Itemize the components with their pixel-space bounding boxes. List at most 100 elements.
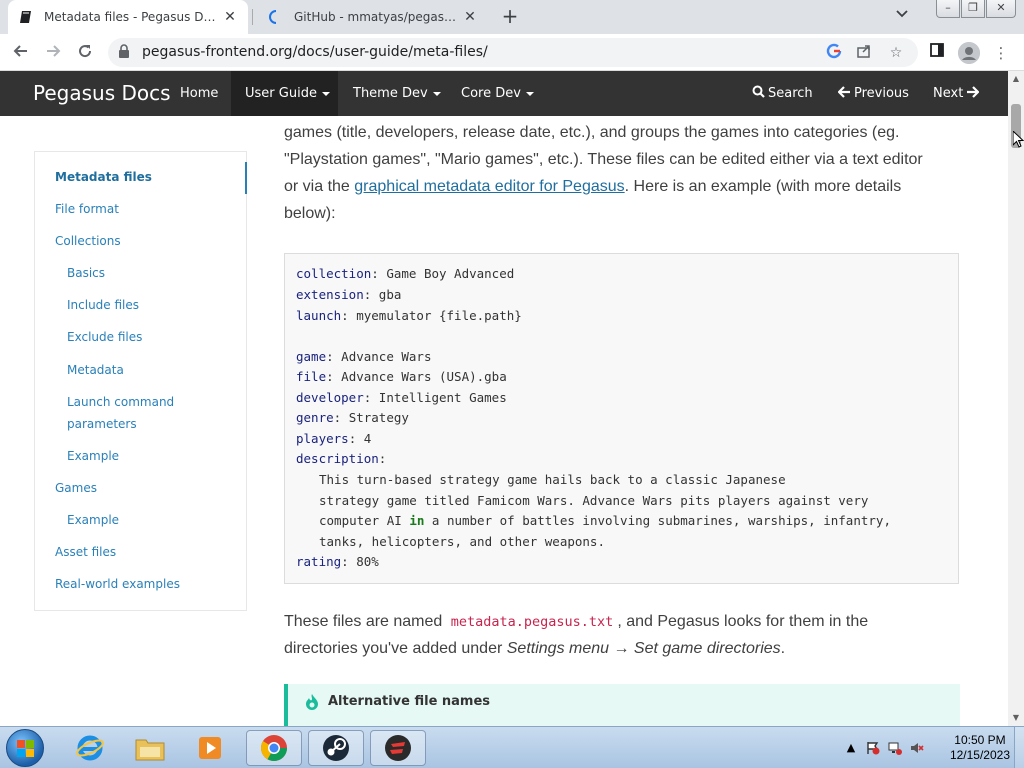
toc-item-asset-files[interactable]: Asset files (55, 541, 116, 563)
toc-item-basics[interactable]: Basics (67, 262, 105, 284)
scroll-up-arrow-icon[interactable]: ▲ (1008, 71, 1024, 87)
profile-avatar-icon[interactable] (958, 42, 980, 64)
code-key: description (296, 451, 379, 466)
vertical-scrollbar[interactable]: ▲ ▼ (1008, 71, 1024, 726)
paragraph-line: These files are named metadata.pegasus.t… (284, 608, 960, 636)
windows-explorer-icon[interactable] (122, 730, 178, 766)
toc-item-collections[interactable]: Collections (55, 230, 121, 252)
nav-search[interactable]: Search (738, 71, 827, 116)
volume-muted-icon[interactable] (910, 741, 924, 755)
toc-item-exclude-files[interactable]: Exclude files (67, 326, 142, 348)
toc-item-metadata-files[interactable]: Metadata files (55, 166, 152, 188)
search-icon (752, 85, 765, 98)
nav-theme-dev-label: Theme Dev (353, 86, 428, 101)
emphasis-text: Settings menu → Set game directories (506, 640, 781, 657)
bookmark-star-icon[interactable]: ☆ (886, 43, 906, 63)
window-close-icon[interactable]: ✕ (986, 0, 1016, 18)
paragraph-line: games (title, developers, release date, … (284, 124, 900, 141)
url-text[interactable]: pegasus-frontend.org/docs/user-guide/met… (142, 44, 488, 60)
share-icon[interactable] (854, 43, 874, 63)
admonition-title: Alternative file names (328, 694, 491, 709)
code-value: Advance Wars (341, 349, 432, 364)
google-translate-icon[interactable] (824, 43, 844, 63)
site-brand[interactable]: Pegasus Docs (33, 81, 171, 105)
address-bar[interactable]: pegasus-frontend.org/docs/user-guide/met… (108, 38, 918, 67)
code-key: rating (296, 554, 342, 569)
steam-icon[interactable] (308, 730, 364, 766)
forward-arrow-icon[interactable] (42, 42, 64, 64)
nav-next[interactable]: Next (919, 71, 993, 116)
toc-item-include-files[interactable]: Include files (67, 294, 139, 316)
page-content: Metadata files File format Collections B… (0, 116, 1008, 726)
tab-close-icon[interactable]: ✕ (222, 9, 238, 25)
restore-icon[interactable]: ❐ (961, 0, 985, 18)
toc-item-launch-command-cont[interactable]: parameters (67, 413, 137, 435)
paragraph-text: directories you've added under (284, 640, 507, 657)
tab-search-chevron-icon[interactable] (896, 8, 908, 22)
metadata-editor-link[interactable]: graphical metadata editor for Pegasus (354, 178, 624, 195)
nav-next-label: Next (933, 86, 964, 101)
paragraph-line: directories you've added under Settings … (284, 635, 960, 662)
toc-item-file-format[interactable]: File format (55, 198, 119, 220)
clock[interactable]: 10:50 PM 12/15/2023 (950, 733, 1010, 763)
toc-item-games[interactable]: Games (55, 477, 97, 499)
toc-item-example[interactable]: Example (67, 445, 119, 467)
code-key: file (296, 369, 327, 384)
back-arrow-icon[interactable] (10, 42, 32, 64)
code-line: collection: Game Boy Advanced (296, 266, 515, 281)
tab-title: GitHub - mmatyas/pegasus-frontend (294, 10, 462, 24)
tab-metadata-files[interactable]: Metadata files - Pegasus Docs ✕ (8, 0, 248, 34)
tab-github[interactable]: GitHub - mmatyas/pegasus-frontend ✕ (258, 0, 488, 34)
caret-down-icon (525, 91, 534, 96)
clock-date: 12/15/2023 (949, 748, 1010, 762)
toc-item-real-world-examples[interactable]: Real-world examples (55, 573, 180, 595)
code-value: Strategy (348, 410, 409, 425)
tab-separator (252, 9, 253, 25)
windows-logo-icon (17, 740, 34, 757)
show-hidden-icons-icon[interactable]: ▲ (844, 741, 858, 755)
internet-explorer-icon[interactable] (62, 730, 118, 766)
code-value: Game Boy Advanced (386, 266, 515, 281)
code-line: tanks, helicopters, and other weapons. (319, 534, 605, 549)
nav-theme-dev[interactable]: Theme Dev (339, 71, 455, 116)
code-line: developer: Intelligent Games (296, 390, 507, 405)
code-value: 4 (363, 431, 372, 446)
code-value: Intelligent Games (378, 390, 507, 405)
media-player-icon[interactable] (182, 730, 238, 766)
minimize-icon[interactable]: – (936, 0, 960, 18)
scroll-down-arrow-icon[interactable]: ▼ (1008, 710, 1024, 726)
code-line: game: Advance Wars (296, 349, 432, 364)
start-button[interactable] (6, 729, 44, 767)
toc-item-launch-command[interactable]: Launch command (67, 391, 174, 413)
toc-item-games-example[interactable]: Example (67, 509, 119, 531)
nav-user-guide[interactable]: User Guide (231, 71, 338, 116)
nav-home[interactable]: Home (166, 71, 232, 116)
code-line: description: (296, 451, 387, 466)
code-key: genre (296, 410, 334, 425)
code-line: computer AI in a number of battles invol… (319, 511, 891, 531)
code-line: genre: Strategy (296, 410, 409, 425)
caret-down-icon (321, 91, 330, 96)
browser-toolbar: pegasus-frontend.org/docs/user-guide/met… (0, 34, 1024, 71)
show-desktop-button[interactable] (1014, 727, 1024, 768)
network-icon[interactable] (888, 741, 902, 755)
chrome-icon[interactable] (246, 730, 302, 766)
paragraph-text: , and Pegasus looks for them in the (617, 613, 869, 630)
side-panel-icon[interactable] (926, 42, 948, 64)
app-icon[interactable] (370, 730, 426, 766)
lock-icon[interactable] (118, 44, 132, 60)
kebab-menu-icon[interactable]: ⋮ (990, 42, 1012, 64)
site-navbar: Pegasus Docs Home User Guide Theme Dev C… (0, 71, 1008, 116)
nav-previous[interactable]: Previous (824, 71, 923, 116)
tab-close-icon[interactable]: ✕ (462, 9, 478, 25)
nav-core-dev[interactable]: Core Dev (447, 71, 548, 116)
nav-previous-label: Previous (854, 86, 909, 101)
paragraph-text: These files are named (284, 613, 447, 630)
toc-item-metadata[interactable]: Metadata (67, 359, 124, 381)
action-center-flag-icon[interactable] (866, 741, 880, 755)
new-tab-button[interactable]: + (498, 5, 522, 29)
clock-time: 10:50 PM (954, 733, 1006, 747)
paragraph-line: below): (284, 205, 336, 222)
reload-icon[interactable] (74, 42, 96, 64)
code-value: Advance Wars (USA).gba (341, 369, 507, 384)
